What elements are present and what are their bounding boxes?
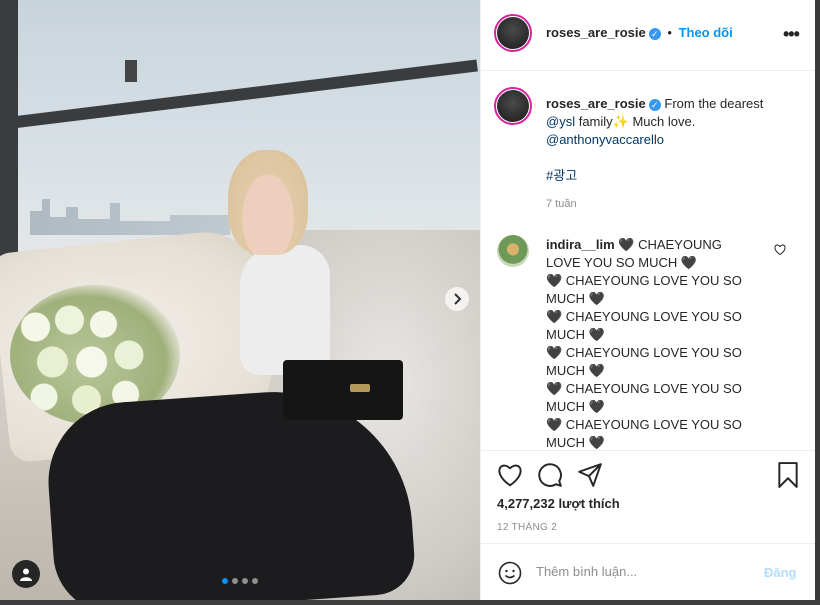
comment-icon[interactable] [537, 462, 563, 493]
comment-line: 🖤 CHAEYOUNG LOVE YOU SO MUCH 🖤 [546, 381, 742, 414]
background-strip-right [815, 0, 820, 605]
comment-input[interactable] [536, 564, 736, 579]
caption: roses_are_rosie ✓ From the dearest @ysl f… [546, 95, 801, 213]
author-username[interactable]: roses_are_rosie [546, 25, 646, 40]
post-actions: 4,277,232 lượt thích 12 THÁNG 2 Đăng [481, 450, 816, 601]
post-comment-button[interactable]: Đăng [764, 565, 797, 580]
header-separator: • [667, 25, 672, 40]
black-handbag [283, 360, 403, 420]
caption-avatar[interactable] [494, 87, 532, 125]
caption-time[interactable]: 7 tuần [546, 195, 801, 213]
window-latch [125, 60, 137, 82]
user-tag-icon[interactable] [12, 560, 40, 588]
comment-line: 🖤 CHAEYOUNG LOVE YOU SO MUCH 🖤 [546, 273, 742, 306]
comment-line: 🖤 CHAEYOUNG LOVE YOU SO MUCH 🖤 [546, 309, 742, 342]
comments-section[interactable]: roses_are_rosie ✓ From the dearest @ysl f… [481, 70, 816, 450]
mention-anthonyvaccarello[interactable]: @anthonyvaccarello [546, 132, 664, 147]
verified-badge-icon: ✓ [648, 27, 661, 40]
hashtag-link[interactable]: #광고 [546, 168, 577, 183]
caption-author[interactable]: roses_are_rosie [546, 96, 646, 111]
comment-line: 🖤 CHAEYOUNG LOVE YOU SO MUCH 🖤 [546, 345, 742, 378]
emoji-icon[interactable] [498, 561, 522, 590]
follow-button[interactable]: Theo dõi [679, 25, 733, 40]
post-date[interactable]: 12 THÁNG 2 [497, 522, 557, 533]
bookmark-icon[interactable] [777, 462, 799, 493]
comment: indira__lim 🖤 CHAEYOUNG LOVE YOU SO MUCH… [546, 236, 758, 450]
comment-line: 🖤 CHAEYOUNG LOVE YOU SO MUCH 🖤 [546, 417, 742, 450]
more-options-icon[interactable]: ••• [783, 24, 800, 45]
comment-like-heart-icon[interactable] [774, 242, 786, 260]
add-comment-bar: Đăng [481, 543, 816, 602]
chevron-right-icon[interactable] [445, 287, 469, 311]
verified-badge-icon: ✓ [648, 98, 661, 111]
carousel-indicator [222, 578, 258, 584]
heart-icon[interactable] [497, 463, 523, 492]
background-strip-bottom [0, 600, 820, 605]
carousel-dot [232, 578, 238, 584]
commenter-avatar[interactable] [497, 235, 529, 267]
share-icon[interactable] [577, 462, 603, 493]
carousel-dot [252, 578, 258, 584]
mention-ysl[interactable]: @ysl [546, 114, 575, 129]
comment-author[interactable]: indira__lim [546, 237, 615, 252]
white-shirt [240, 245, 330, 375]
window-frame-post [0, 0, 18, 260]
caption-text: From the dearest [664, 96, 764, 111]
author-avatar[interactable] [494, 14, 532, 52]
post-sidebar: roses_are_rosie ✓ • Theo dõi ••• roses_ar… [480, 0, 816, 600]
like-count[interactable]: 4,277,232 lượt thích [497, 496, 620, 511]
post-header: roses_are_rosie ✓ • Theo dõi ••• [481, 0, 816, 71]
post-media[interactable] [0, 0, 480, 600]
author-line: roses_are_rosie ✓ • Theo dõi [546, 25, 733, 40]
person-head [228, 150, 308, 255]
caption-text-2: family✨ Much love. [578, 114, 696, 129]
carousel-dot-active [222, 578, 228, 584]
bag-clasp [350, 384, 370, 392]
carousel-dot [242, 578, 248, 584]
